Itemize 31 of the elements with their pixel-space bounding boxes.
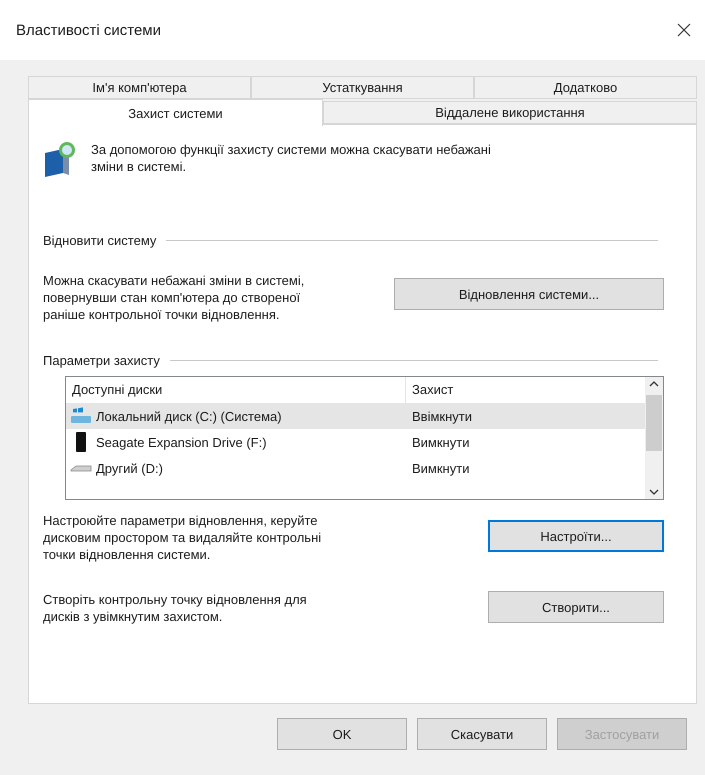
tab[interactable]: Додатково <box>474 76 697 99</box>
drive-row[interactable]: Локальний диск (C:) (Система) Ввімкнути <box>66 403 645 429</box>
column-header[interactable]: Захист <box>406 377 645 403</box>
tab[interactable]: Устаткування <box>251 76 474 99</box>
windows-drive-icon <box>70 407 92 425</box>
configure-description: Настроюйте параметри відновлення, керуйте дисковим простором та видаляйте контрольні точки відновлення системи. <box>43 512 322 563</box>
tab[interactable]: Ім'я комп'ютера <box>28 76 251 99</box>
protection-status: Ввімкнути <box>411 408 473 424</box>
protection-status: Вимкнути <box>411 460 470 476</box>
section-heading: Відновити систему <box>43 233 156 248</box>
window-title: Властивості системи <box>16 22 161 38</box>
system-restore-button[interactable]: Відновлення системи... <box>394 278 664 310</box>
drive-name: Локальний диск (C:) (Система) <box>96 408 282 424</box>
section-heading: Параметри захисту <box>43 353 160 368</box>
scroll-thumb[interactable] <box>646 395 662 451</box>
drive-name: Seagate Expansion Drive (F:) <box>96 434 267 450</box>
scrollbar[interactable] <box>645 377 663 499</box>
drive-name: Другий (D:) <box>96 460 163 476</box>
intro-text: За допомогою функції захисту системи можна скасувати небажані зміни в системі. <box>91 141 492 175</box>
restore-description: Можна скасувати небажані зміни в системі, повернувши стан комп'ютера до створеної раніше контрольної точки відновлення. <box>43 272 306 323</box>
dialog-button[interactable]: OK <box>277 718 407 750</box>
create-description: Створіть контрольну точку відновлення для дисків з увімкнутим захистом. <box>43 591 308 625</box>
drive-row[interactable]: Другий (D:) Вимкнути <box>66 455 645 481</box>
protection-status: Вимкнути <box>411 434 470 450</box>
create-button[interactable]: Створити... <box>488 591 664 623</box>
drive-row[interactable]: Seagate Expansion Drive (F:) Вимкнути <box>66 429 645 455</box>
dialog-button[interactable]: Скасувати <box>417 718 547 750</box>
close-icon[interactable] <box>677 23 691 37</box>
tab[interactable]: Віддалене використання <box>323 101 697 124</box>
tab[interactable]: Захист системи <box>28 99 323 126</box>
configure-button[interactable]: Настроїти... <box>488 520 664 552</box>
